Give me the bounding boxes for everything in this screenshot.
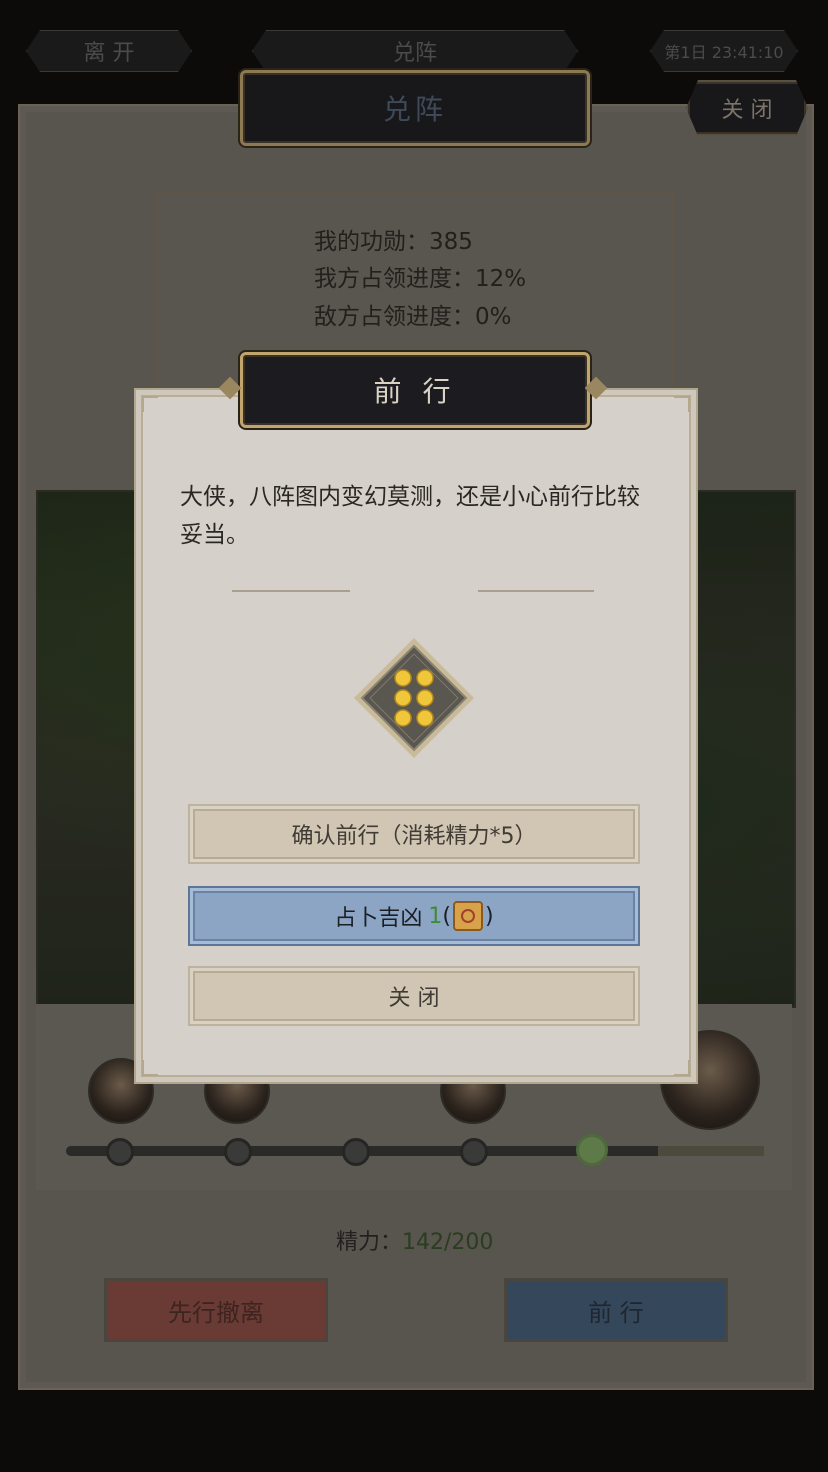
stamina-label: 精力： — [336, 1230, 403, 1255]
enemy-progress-line: 敌方占领进度：0% — [314, 297, 512, 331]
timer-badge: 第1日 23:41:10 — [650, 30, 798, 72]
retreat-label: 先行撤离 — [168, 1298, 264, 1327]
track-node-1 — [106, 1138, 134, 1166]
corner-ornament — [674, 1060, 690, 1076]
track-node-5-current — [576, 1134, 608, 1166]
stamina-readout: 精力：142/200 — [336, 1224, 493, 1256]
corner-ornament — [142, 1060, 158, 1076]
dialog-message: 大侠，八阵图内变幻莫测，还是小心前行比较妥当。 — [180, 484, 640, 548]
our-progress-line: 我方占领进度：12% — [314, 259, 526, 293]
corner-ornament — [142, 396, 158, 412]
top-title-plaque: 兑阵 — [252, 30, 578, 72]
merit-line: 我的功勋：385 — [314, 222, 473, 256]
our-progress-value: 12% — [475, 266, 527, 292]
dialog-close-label: 关 闭 — [388, 986, 440, 1011]
dialog-close-button[interactable]: 关 闭 — [188, 966, 640, 1026]
divination-button[interactable]: 占卜吉凶 1 ( ) — [188, 886, 640, 946]
advance-label: 前 行 — [588, 1298, 644, 1327]
advance-button[interactable]: 前 行 — [504, 1278, 728, 1342]
stamina-value: 142/200 — [402, 1230, 494, 1255]
scroll-item-icon — [453, 901, 483, 931]
track-node-2 — [224, 1138, 252, 1166]
confirm-advance-label: 确认前行（消耗精力*5） — [291, 824, 537, 849]
our-progress-label: 我方占领进度： — [314, 266, 475, 292]
panel-title: 兑阵 — [382, 93, 447, 126]
divination-paren-open: ( — [442, 903, 451, 929]
divination-paren-close: ) — [485, 903, 494, 929]
panel-close-button[interactable]: 关 闭 — [686, 80, 808, 136]
divider-right — [478, 590, 594, 592]
track-node-3 — [342, 1138, 370, 1166]
divination-label: 占卜吉凶 — [334, 906, 423, 931]
divider-left — [232, 590, 350, 592]
panel-close-label: 关 闭 — [721, 98, 773, 123]
corner-ornament — [674, 396, 690, 412]
dice-icon — [354, 638, 474, 758]
enemy-progress-value: 0% — [475, 304, 512, 330]
dialog-title: 前 行 — [373, 375, 457, 408]
panel-title-plaque: 兑阵 — [240, 70, 590, 146]
track-node-4 — [460, 1138, 488, 1166]
leave-button[interactable]: 离 开 — [26, 30, 192, 72]
merit-label: 我的功勋： — [314, 229, 429, 255]
merit-value: 385 — [429, 229, 473, 255]
confirm-advance-button[interactable]: 确认前行（消耗精力*5） — [188, 804, 640, 864]
divination-count: 1 — [428, 903, 443, 929]
progress-track-remaining — [658, 1146, 764, 1156]
dice-emblem — [352, 636, 476, 760]
retreat-button[interactable]: 先行撤离 — [104, 1278, 328, 1342]
enemy-progress-label: 敌方占领进度： — [314, 304, 475, 330]
dialog-title-plaque: 前 行 — [240, 352, 590, 428]
